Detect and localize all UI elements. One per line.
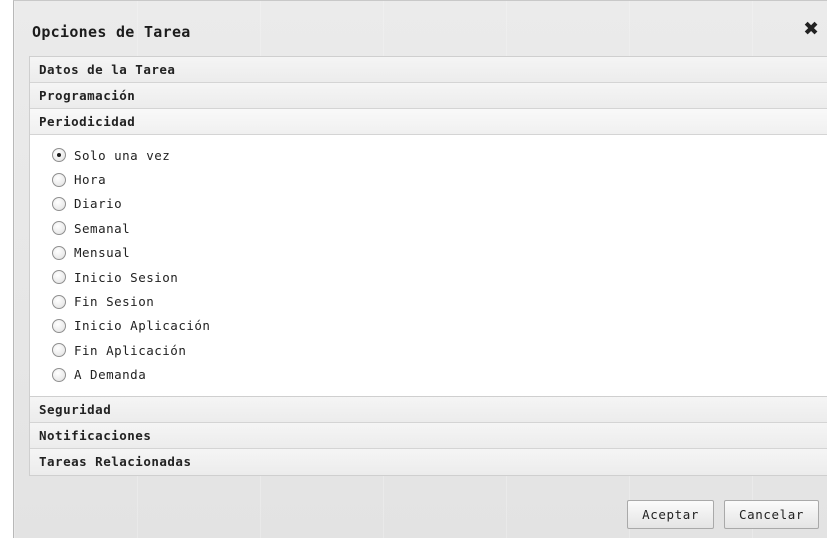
radio-option[interactable]: Fin Aplicación (52, 338, 279, 362)
section-header-programacion[interactable]: Programación (30, 83, 827, 109)
radio-unchecked-icon[interactable] (52, 294, 66, 309)
radio-option[interactable]: Hora (52, 167, 279, 191)
section-header-periodicidad[interactable]: Periodicidad (30, 109, 827, 135)
section-header-datos-tarea[interactable]: Datos de la Tarea (30, 57, 827, 83)
radio-unchecked-icon[interactable] (52, 172, 66, 187)
radio-option[interactable]: Diario (52, 192, 279, 216)
radio-option[interactable]: Fin Sesion (52, 289, 279, 313)
periodicidad-panel: Solo una vez Hora Diario Semanal Mensual Inic… (30, 135, 827, 397)
radio-option[interactable]: Inicio Aplicación (52, 314, 279, 338)
section-header-seguridad[interactable]: Seguridad (30, 397, 827, 423)
radio-option-label: Semanal (74, 220, 131, 236)
radio-option-label: A Demanda (74, 367, 147, 383)
radio-checked-icon[interactable] (52, 148, 66, 163)
radio-option[interactable]: Semanal (52, 216, 279, 240)
radio-option[interactable]: Solo una vez (52, 143, 279, 167)
radio-unchecked-icon[interactable] (52, 221, 66, 236)
accept-button[interactable]: Aceptar (627, 500, 714, 529)
radio-dot-icon (57, 153, 61, 158)
task-options-accordion: Datos de la Tarea Programación Periodici… (29, 56, 827, 476)
radio-option[interactable]: Mensual (52, 241, 279, 265)
radio-option-label: Diario (74, 196, 123, 212)
radio-option[interactable]: Inicio Sesion (52, 265, 279, 289)
radio-option-label: Hora (74, 172, 107, 188)
radio-unchecked-icon[interactable] (52, 343, 66, 358)
cancel-button[interactable]: Cancelar (723, 500, 819, 529)
radio-unchecked-icon[interactable] (52, 245, 66, 260)
radio-unchecked-icon[interactable] (52, 318, 66, 333)
section-header-tareas-relacionadas[interactable]: Tareas Relacionadas (30, 449, 827, 475)
radio-unchecked-icon[interactable] (52, 196, 66, 211)
radio-option[interactable]: A Demanda (52, 363, 279, 387)
section-header-notificaciones[interactable]: Notificaciones (30, 423, 827, 449)
radio-option-label: Mensual (74, 245, 131, 261)
radio-unchecked-icon[interactable] (52, 367, 66, 382)
dialog-footer: Aceptar Cancelar (627, 500, 819, 529)
close-icon[interactable]: ✖ (803, 20, 819, 39)
periodicity-radio-list: Solo una vez Hora Diario Semanal Mensual Inic… (52, 143, 279, 393)
task-options-dialog: Opciones de Tarea ✖ Datos de la Tarea Pr… (13, 0, 827, 538)
radio-option-label: Inicio Sesion (74, 269, 179, 285)
dialog-titlebar: Opciones de Tarea ✖ (14, 1, 827, 51)
radio-option-label: Solo una vez (74, 147, 171, 163)
radio-option-label: Fin Aplicación (74, 342, 187, 358)
radio-option-label: Inicio Aplicación (74, 318, 211, 334)
radio-unchecked-icon[interactable] (52, 270, 66, 285)
dialog-title: Opciones de Tarea (32, 23, 191, 41)
radio-option-label: Fin Sesion (74, 294, 155, 310)
